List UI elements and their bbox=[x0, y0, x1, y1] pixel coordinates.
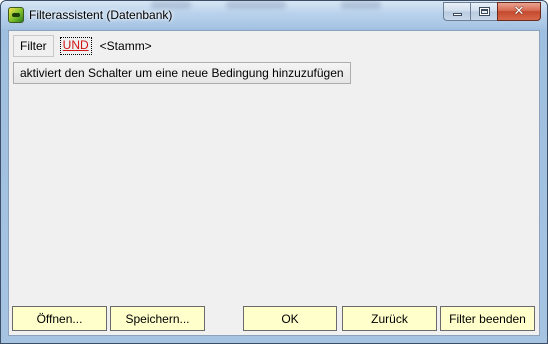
filter-label[interactable]: Filter bbox=[13, 35, 54, 57]
glass-blur bbox=[226, 1, 286, 9]
maximize-button[interactable] bbox=[470, 2, 497, 21]
back-button[interactable]: Zurück bbox=[342, 306, 437, 331]
operator-und-link[interactable]: UND bbox=[59, 37, 92, 55]
title-bar[interactable]: Filterassistent (Datenbank) ✕ bbox=[1, 1, 547, 29]
filter-condition-row: Filter UND <Stamm> bbox=[13, 35, 152, 57]
dialog-client-area: Filter UND <Stamm> aktiviert den Schalte… bbox=[8, 30, 540, 336]
stamm-text[interactable]: <Stamm> bbox=[100, 39, 152, 53]
app-database-icon[interactable] bbox=[8, 7, 24, 23]
minimize-button[interactable] bbox=[443, 2, 470, 21]
window-controls: ✕ bbox=[443, 2, 541, 21]
window-title: Filterassistent (Datenbank) bbox=[29, 8, 173, 22]
glass-blur bbox=[341, 1, 381, 9]
end-filter-button[interactable]: Filter beenden bbox=[440, 306, 535, 331]
close-icon: ✕ bbox=[513, 4, 525, 19]
ok-button[interactable]: OK bbox=[243, 306, 337, 331]
close-button[interactable]: ✕ bbox=[497, 2, 541, 21]
save-button[interactable]: Speichern... bbox=[110, 306, 205, 331]
open-button[interactable]: Öffnen... bbox=[12, 306, 107, 331]
minimize-icon bbox=[452, 13, 462, 16]
add-condition-hint-button[interactable]: aktiviert den Schalter um eine neue Bedi… bbox=[13, 62, 351, 84]
condition-area bbox=[13, 89, 535, 297]
maximize-icon bbox=[478, 7, 490, 16]
dialog-window: Filterassistent (Datenbank) ✕ Filter UND… bbox=[0, 0, 548, 344]
footer-button-bar: Öffnen... Speichern... OK Zurück Filter … bbox=[9, 303, 539, 333]
